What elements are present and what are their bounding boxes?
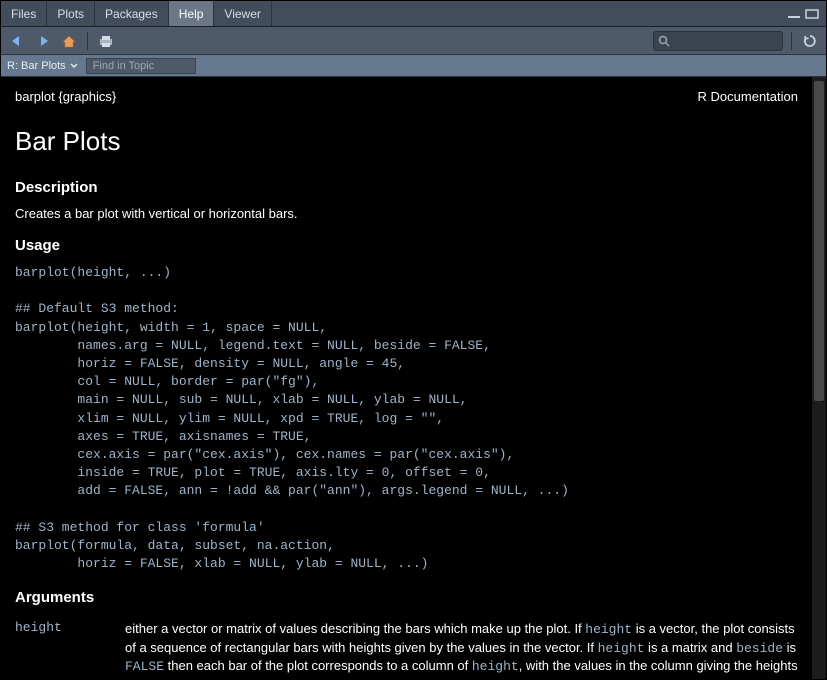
help-subheader: R: Bar Plots [1, 55, 826, 77]
doc-source-label: R Documentation [698, 89, 798, 104]
page-title: Bar Plots [15, 126, 798, 157]
tab-help[interactable]: Help [169, 1, 215, 26]
argument-row: heighteither a vector or matrix of value… [15, 616, 798, 679]
print-button[interactable] [96, 31, 116, 51]
tab-files[interactable]: Files [1, 1, 47, 26]
argument-description: either a vector or matrix of values desc… [125, 616, 798, 679]
maximize-pane-icon[interactable] [804, 8, 820, 20]
home-button[interactable] [59, 31, 79, 51]
argument-name: height [15, 616, 125, 679]
section-usage-heading: Usage [15, 237, 798, 254]
forward-button[interactable] [33, 31, 53, 51]
help-topic-label: R: Bar Plots [7, 60, 66, 72]
help-search-input[interactable] [653, 31, 783, 51]
chevron-down-icon [70, 63, 78, 69]
find-in-topic-input[interactable] [86, 58, 196, 74]
pane-tabs: FilesPlotsPackagesHelpViewer [1, 1, 826, 27]
arguments-table: heighteither a vector or matrix of value… [15, 616, 798, 679]
help-toolbar [1, 27, 826, 55]
help-topic-dropdown[interactable]: R: Bar Plots [7, 60, 78, 72]
scroll-thumb[interactable] [814, 81, 824, 401]
description-text: Creates a bar plot with vertical or hori… [15, 206, 798, 221]
tab-packages[interactable]: Packages [95, 1, 169, 26]
tab-plots[interactable]: Plots [47, 1, 95, 26]
help-content: barplot {graphics} R Documentation Bar P… [1, 77, 812, 679]
minimize-pane-icon[interactable] [786, 8, 802, 20]
search-icon [658, 34, 670, 52]
tab-viewer[interactable]: Viewer [214, 1, 271, 26]
help-search [653, 31, 783, 51]
usage-code: barplot(height, ...) ## Default S3 metho… [15, 264, 798, 573]
refresh-button[interactable] [800, 31, 820, 51]
section-description-heading: Description [15, 179, 798, 196]
doc-package-name: barplot {graphics} [15, 89, 116, 104]
window-controls [786, 1, 826, 26]
section-arguments-heading: Arguments [15, 589, 798, 606]
vertical-scrollbar[interactable] [812, 77, 826, 679]
back-button[interactable] [7, 31, 27, 51]
